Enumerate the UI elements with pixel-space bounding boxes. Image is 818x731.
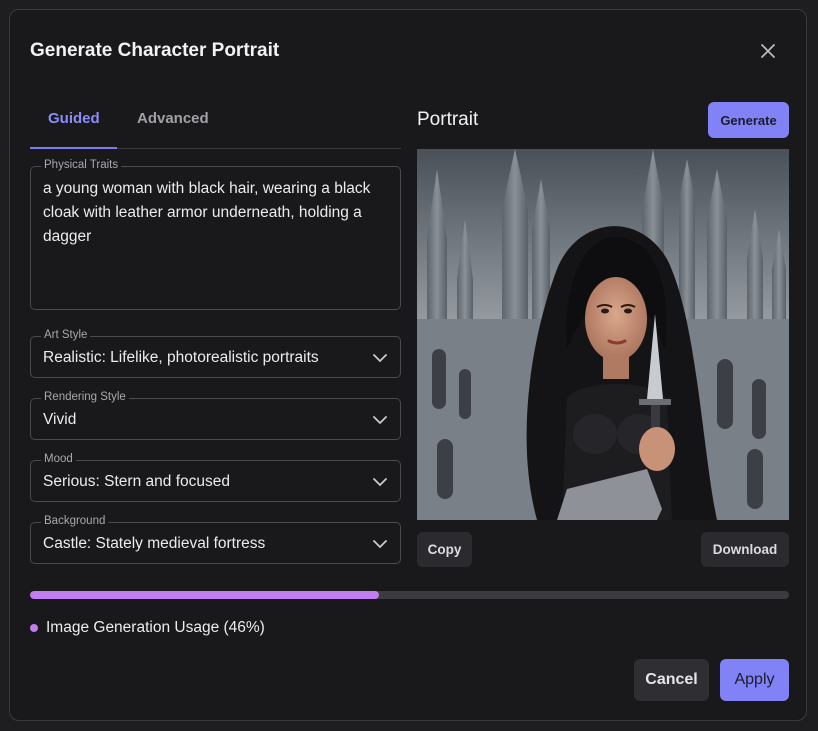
physical-traits-label: Physical Traits — [41, 159, 122, 171]
tab-bar: Guided Advanced — [30, 102, 401, 149]
copy-button[interactable]: Copy — [417, 532, 472, 567]
mood-select[interactable]: Mood Serious: Stern and focused — [30, 453, 401, 502]
rendering-style-value: Vivid — [43, 411, 77, 428]
usage-label: Image Generation Usage (46%) — [46, 619, 265, 636]
cancel-button[interactable]: Cancel — [634, 659, 709, 701]
physical-traits-text[interactable]: a young woman with black hair, wearing a… — [43, 177, 388, 249]
active-tab-indicator — [30, 147, 117, 149]
background-select[interactable]: Background Castle: Stately medieval fort… — [30, 515, 401, 564]
chevron-down-icon — [373, 478, 387, 487]
background-value: Castle: Stately medieval fortress — [43, 535, 266, 552]
usage-progress-bar — [30, 591, 789, 599]
usage-progress-fill — [30, 591, 380, 599]
portrait-heading: Portrait — [417, 109, 479, 130]
generate-button[interactable]: Generate — [708, 102, 789, 138]
dialog-title: Generate Character Portrait — [30, 40, 280, 61]
apply-button[interactable]: Apply — [720, 659, 789, 701]
rendering-style-select[interactable]: Rendering Style Vivid — [30, 391, 401, 440]
tab-advanced[interactable]: Advanced — [137, 110, 209, 127]
download-button[interactable]: Download — [701, 532, 789, 567]
chevron-down-icon — [373, 416, 387, 425]
chevron-down-icon — [373, 354, 387, 363]
art-style-label: Art Style — [41, 329, 91, 341]
close-icon[interactable] — [757, 40, 779, 62]
physical-traits-field[interactable]: Physical Traits a young woman with black… — [30, 159, 401, 310]
mood-label: Mood — [41, 453, 76, 465]
usage-indicator-dot — [30, 624, 38, 632]
art-style-select[interactable]: Art Style Realistic: Lifelike, photoreal… — [30, 329, 401, 378]
mood-value: Serious: Stern and focused — [43, 473, 230, 490]
portrait-image — [417, 149, 789, 520]
tab-guided[interactable]: Guided — [48, 110, 100, 127]
background-label: Background — [41, 515, 109, 527]
dialog: Generate Character Portrait Guided Advan… — [9, 9, 807, 721]
chevron-down-icon — [373, 540, 387, 549]
art-style-value: Realistic: Lifelike, photorealistic port… — [43, 349, 319, 366]
rendering-style-label: Rendering Style — [41, 391, 129, 403]
